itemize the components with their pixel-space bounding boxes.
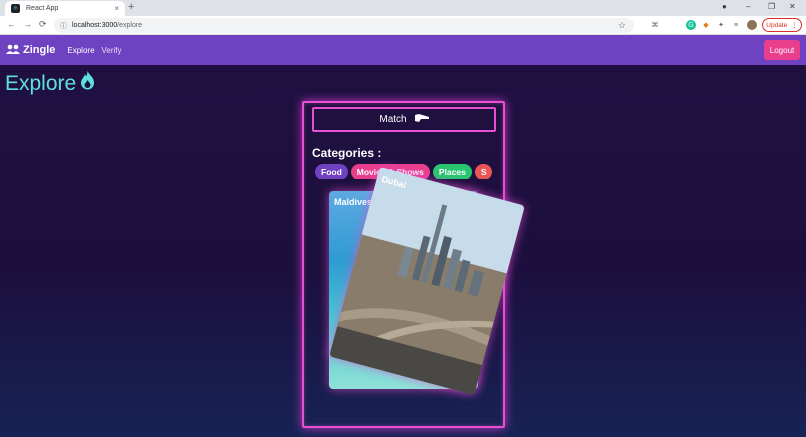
back-icon[interactable]: ← [7,19,16,29]
brand-logo[interactable]: Zingle [6,44,55,57]
browser-tab-bar: ⚛ React App × + ● – ❐ ✕ [0,0,806,16]
chip-food[interactable]: Food [315,164,348,179]
forward-icon[interactable]: → [23,19,32,29]
grammarly-icon[interactable]: G [686,20,696,30]
cast-icon[interactable]: ⌘ [650,20,660,30]
page-title: Explore [5,71,77,95]
url-bar[interactable]: ⓘ localhost:3000 /explore ☆ [54,18,634,33]
brand-name: Zingle [23,44,56,56]
metamask-icon[interactable]: ◆ [701,20,711,30]
new-tab-icon[interactable]: + [128,1,134,13]
reading-list-icon[interactable]: ≡ [731,20,741,30]
flame-icon [80,71,95,96]
chip-places[interactable]: Places [432,164,472,179]
browser-tab[interactable]: ⚛ React App × [5,1,125,16]
match-label: Match [379,114,407,125]
explore-panel: Match Categories : FoodMovies & ShowsPla… [302,101,525,428]
avatar[interactable] [747,20,757,30]
app-navbar: Zingle Explore Verify Logout [0,35,806,65]
nav-explore-link[interactable]: Explore [67,46,94,55]
more-menu-icon[interactable]: ⋮ [791,21,798,29]
explore-page: Explore Match Categories : FoodMovies & … [0,65,806,437]
site-info-icon[interactable]: ⓘ [60,21,67,31]
page-title-wrap: Explore [5,71,95,96]
profile-menu-icon[interactable]: ● [722,2,727,11]
logout-button[interactable]: Logout [764,40,800,60]
nav-verify-link[interactable]: Verify [102,46,122,55]
update-label: Update [766,21,788,29]
url-path: /explore [117,22,143,29]
extensions-icon[interactable]: ✦ [716,20,726,30]
match-button[interactable]: Match [312,107,496,132]
react-favicon-icon: ⚛ [11,4,20,13]
update-button[interactable]: Update ⋮ [762,18,802,32]
bookmark-star-icon[interactable]: ☆ [618,20,626,31]
categories-title: Categories : [312,146,382,160]
tab-title: React App [26,5,59,12]
url-host: localhost:3000 [72,22,118,29]
hand-pointer-icon [414,114,429,125]
tab-close-icon[interactable]: × [114,4,119,13]
users-icon [6,44,20,57]
restore-icon[interactable]: ❐ [768,2,775,11]
reload-icon[interactable]: ⟳ [39,19,47,30]
browser-toolbar: ← → ⟳ ⓘ localhost:3000 /explore ☆ ⌘ G ◆ … [0,16,806,35]
window-close-icon[interactable]: ✕ [789,2,796,11]
card-label-maldives: Maldives [334,197,373,207]
chip-truncated[interactable]: S [474,164,493,179]
minimize-icon[interactable]: – [746,2,750,11]
